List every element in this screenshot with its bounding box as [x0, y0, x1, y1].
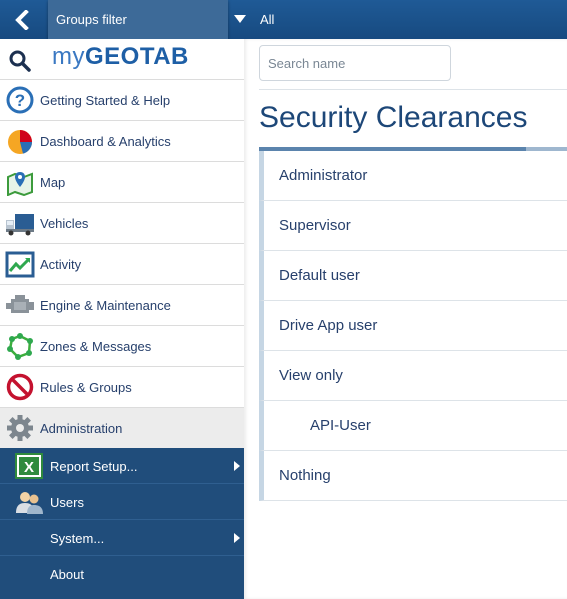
- nav-label: Activity: [40, 257, 82, 272]
- brand-row: myGEOTAB: [0, 39, 244, 80]
- nav-label: Zones & Messages: [40, 339, 152, 354]
- nav-label: Rules & Groups: [40, 380, 132, 395]
- submenu-label: System...: [50, 531, 105, 546]
- nav-label: Administration: [40, 421, 123, 436]
- submenu-item-users[interactable]: Users: [0, 484, 244, 520]
- main-content: Security Clearances Administrator Superv…: [244, 39, 567, 599]
- nav-item-vehicles[interactable]: Vehicles: [0, 203, 244, 244]
- clearance-item[interactable]: Drive App user: [259, 301, 567, 351]
- main-nav: ? Getting Started & Help Dashboard & Ana…: [0, 80, 244, 449]
- clearance-label: Nothing: [279, 467, 331, 484]
- svg-text:?: ?: [15, 91, 25, 110]
- search-name-input[interactable]: [259, 45, 451, 81]
- search-icon: [9, 50, 31, 72]
- nav-item-zones[interactable]: Zones & Messages: [0, 326, 244, 367]
- search-button[interactable]: [8, 49, 32, 73]
- no-entry-icon: [6, 373, 34, 401]
- svg-text:X: X: [24, 459, 34, 476]
- clearance-item[interactable]: View only: [259, 351, 567, 401]
- clearance-item[interactable]: Default user: [259, 251, 567, 301]
- submenu-item-system[interactable]: System...: [0, 520, 244, 556]
- sidebar: myGEOTAB ? Getting Started & Help Dashbo…: [0, 39, 244, 599]
- back-button[interactable]: [0, 0, 44, 39]
- help-icon: ?: [6, 86, 34, 114]
- groups-filter-label: Groups filter: [56, 12, 127, 27]
- nav-item-administration[interactable]: Administration: [0, 408, 244, 449]
- logo-geotab: GEOTAB: [85, 43, 189, 70]
- chevron-right-icon: [234, 461, 240, 471]
- clearance-label: Administrator: [279, 167, 368, 184]
- gear-icon: [7, 415, 33, 441]
- administration-submenu: X Report Setup... Users System... About: [0, 448, 244, 599]
- nav-item-dashboard[interactable]: Dashboard & Analytics: [0, 121, 244, 162]
- nav-item-map[interactable]: Map: [0, 162, 244, 203]
- nav-item-activity[interactable]: Activity: [0, 244, 244, 285]
- clearance-item[interactable]: Nothing: [259, 451, 567, 501]
- pie-chart-icon: [8, 130, 32, 154]
- nav-label: Dashboard & Analytics: [40, 134, 171, 149]
- clearance-label: Supervisor: [279, 217, 351, 234]
- page-title: Security Clearances: [259, 101, 528, 134]
- nav-item-rules[interactable]: Rules & Groups: [0, 367, 244, 408]
- map-icon: [7, 172, 33, 196]
- logo-my: my: [52, 43, 85, 70]
- chevron-left-icon: [15, 9, 29, 30]
- submenu-label: Users: [50, 495, 84, 510]
- chevron-right-icon: [234, 533, 240, 543]
- submenu-label: About: [50, 567, 84, 582]
- clearance-label: Drive App user: [279, 317, 378, 334]
- submenu-label: Report Setup...: [50, 459, 138, 474]
- nav-label: Vehicles: [40, 216, 89, 231]
- clearance-item[interactable]: Supervisor: [259, 201, 567, 251]
- nav-item-getting-started[interactable]: ? Getting Started & Help: [0, 80, 244, 121]
- nav-label: Getting Started & Help: [40, 93, 171, 108]
- groups-filter-value[interactable]: All: [260, 12, 274, 27]
- excel-icon: X: [15, 453, 43, 479]
- submenu-item-report-setup[interactable]: X Report Setup...: [0, 448, 244, 484]
- mygeotab-logo[interactable]: myGEOTAB: [52, 43, 189, 71]
- nav-label: Engine & Maintenance: [40, 298, 171, 313]
- top-bar: Groups filter All: [0, 0, 567, 42]
- clearance-label: API-User: [310, 417, 371, 434]
- truck-icon: [6, 214, 34, 236]
- divider: [259, 89, 567, 90]
- caret-down-icon[interactable]: [233, 14, 247, 24]
- nav-item-engine[interactable]: Engine & Maintenance: [0, 285, 244, 326]
- nav-label: Map: [40, 175, 66, 190]
- submenu-item-about[interactable]: About: [0, 556, 244, 592]
- users-icon: [16, 492, 43, 514]
- clearance-item[interactable]: Administrator: [259, 151, 567, 201]
- engine-icon: [6, 295, 34, 313]
- clearance-label: View only: [279, 367, 343, 384]
- groups-filter[interactable]: Groups filter: [48, 0, 228, 42]
- clearance-label: Default user: [279, 267, 360, 284]
- zones-icon: [7, 333, 33, 360]
- activity-chart-icon: [5, 251, 35, 278]
- clearance-item-child[interactable]: API-User: [259, 401, 567, 451]
- security-clearance-list: Administrator Supervisor Default user Dr…: [259, 151, 567, 501]
